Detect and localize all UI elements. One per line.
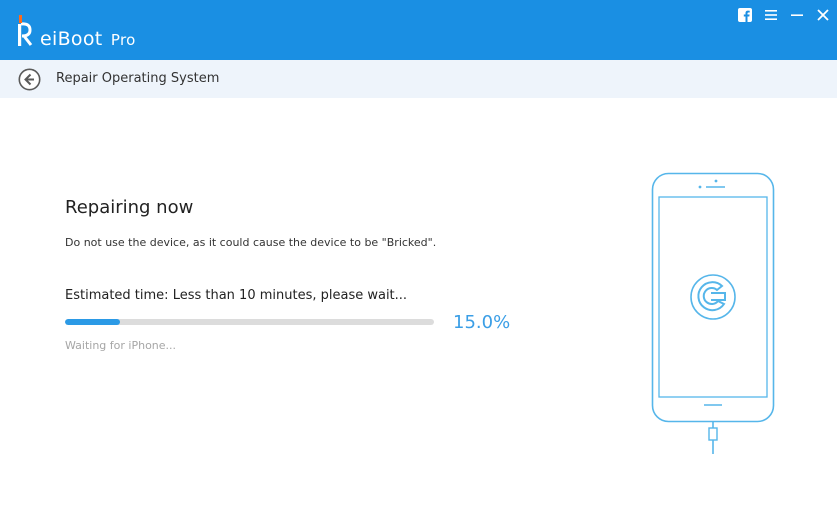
window-controls xyxy=(737,6,831,24)
progress-bar xyxy=(65,319,434,325)
facebook-icon[interactable] xyxy=(737,7,753,23)
progress-percent: 15.0% xyxy=(453,312,511,333)
repair-status-title: Repairing now xyxy=(65,197,194,218)
estimated-time-text: Estimated time: Less than 10 minutes, pl… xyxy=(65,288,408,303)
iphone-illustration xyxy=(651,172,775,454)
warning-message: Do not use the device, as it could cause… xyxy=(65,236,437,249)
close-icon[interactable] xyxy=(815,7,831,23)
app-title: eiBoot Pro xyxy=(40,28,136,50)
title-bar: eiBoot Pro xyxy=(0,0,837,60)
page-title: Repair Operating System xyxy=(56,71,220,86)
logo-r-icon xyxy=(18,15,33,46)
app-name: eiBoot xyxy=(40,28,103,50)
device-status-text: Waiting for iPhone... xyxy=(65,339,177,352)
menu-icon[interactable] xyxy=(763,7,779,23)
app-edition: Pro xyxy=(110,31,136,49)
minimize-icon[interactable] xyxy=(789,7,805,23)
sub-header: Repair Operating System xyxy=(0,60,837,98)
progress-bar-fill xyxy=(65,319,121,325)
back-arrow-icon[interactable] xyxy=(18,68,41,91)
